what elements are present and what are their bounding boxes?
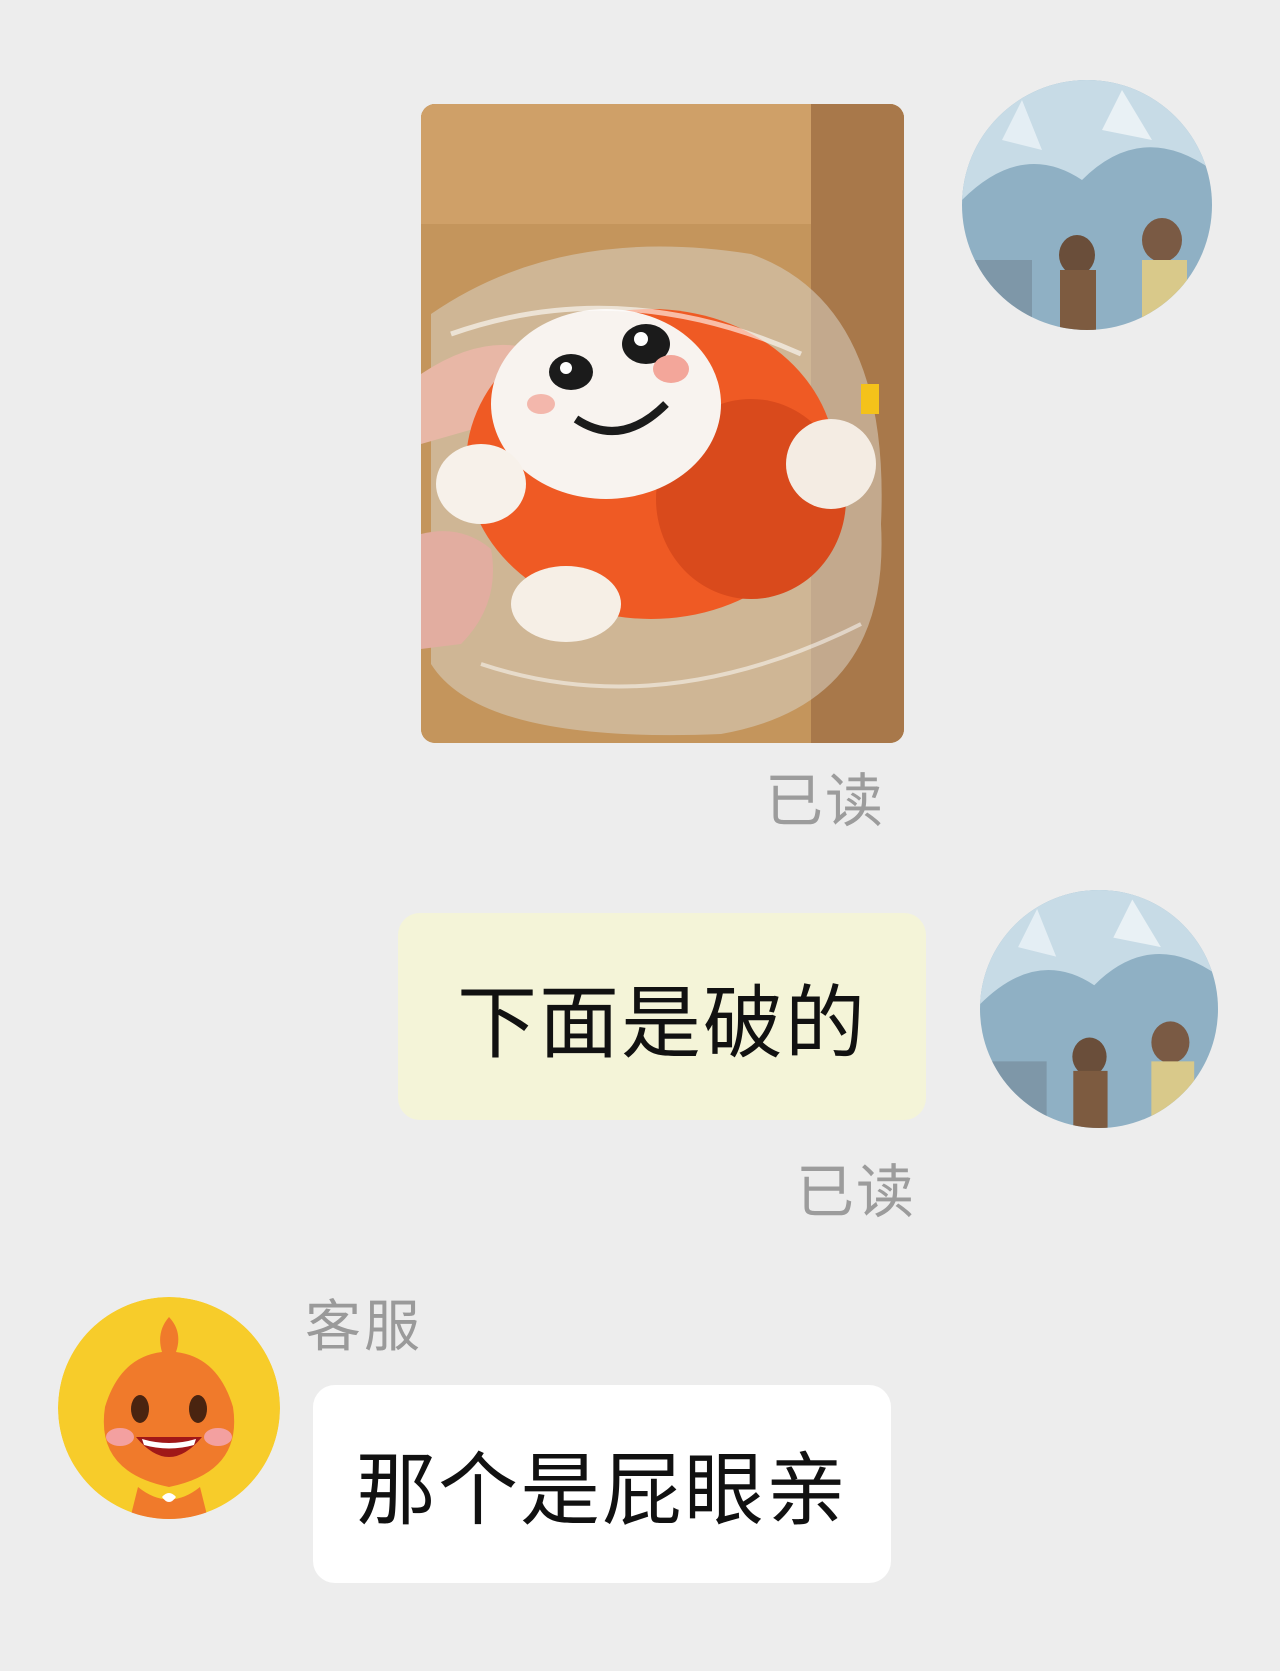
read-receipt: 已读 bbox=[796, 1158, 917, 1226]
customer-service-avatar[interactable] bbox=[58, 1297, 280, 1519]
sender-name: 客服 bbox=[305, 1295, 423, 1360]
sky-scene-avatar-icon bbox=[962, 80, 1212, 330]
orange-mascot-avatar-icon bbox=[58, 1297, 280, 1519]
sky-scene-avatar-icon bbox=[980, 890, 1218, 1128]
my-avatar[interactable] bbox=[980, 890, 1218, 1128]
chat-conversation: 已读 下面是破的 已读 客服 那个是屁眼亲 bbox=[0, 0, 1280, 1671]
my-text-bubble[interactable]: 下面是破的 bbox=[398, 913, 926, 1120]
read-receipt: 已读 bbox=[765, 767, 886, 835]
message-text: 那个是屁眼亲 bbox=[356, 1444, 848, 1537]
image-message-plush-toy[interactable] bbox=[421, 104, 904, 743]
my-avatar[interactable] bbox=[962, 80, 1212, 330]
customer-service-text-bubble[interactable]: 那个是屁眼亲 bbox=[313, 1385, 891, 1583]
plush-toy-photo bbox=[421, 104, 904, 743]
message-text: 下面是破的 bbox=[457, 976, 867, 1070]
